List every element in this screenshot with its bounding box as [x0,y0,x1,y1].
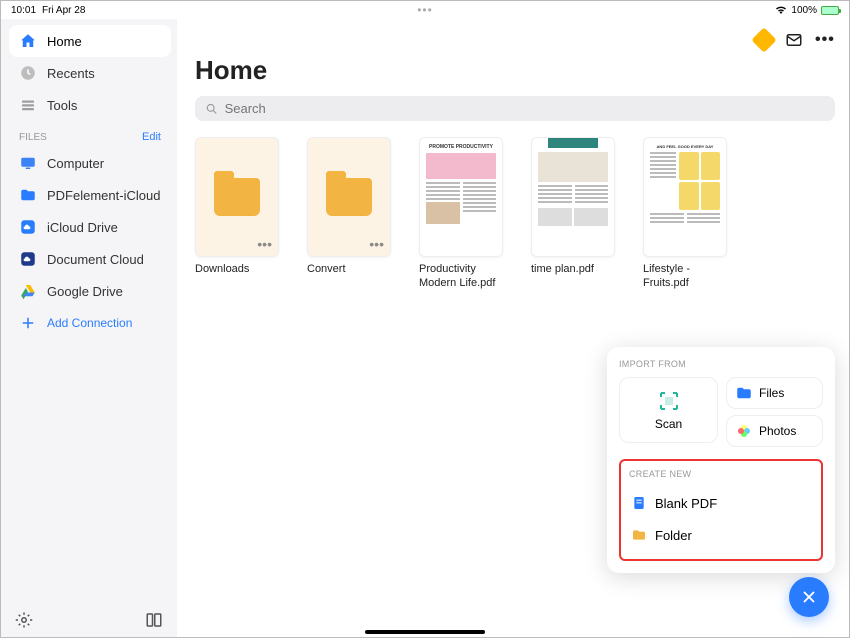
settings-icon[interactable] [15,611,33,629]
photos-button[interactable]: Photos [726,415,823,447]
import-from-label: IMPORT FROM [619,359,823,369]
icloud-icon [19,218,37,236]
sidebar-item-label: Add Connection [47,316,132,330]
tools-icon [19,96,37,114]
close-fab[interactable] [789,577,829,617]
more-icon[interactable]: ••• [815,31,833,49]
cloud-icon [19,250,37,268]
premium-icon[interactable] [751,27,776,52]
gdrive-icon [19,282,37,300]
folder-icon [631,527,647,543]
scan-button[interactable]: Scan [619,377,718,443]
item-label: Convert [307,263,391,277]
sidebar-item-label: Home [47,34,82,49]
grid-item-convert[interactable]: ••• Convert [307,137,391,291]
computer-icon [19,154,37,172]
search-bar[interactable] [195,96,835,121]
create-new-section: CREATE NEW Blank PDF Folder [619,459,823,561]
sidebar-item-google-drive[interactable]: Google Drive [9,275,171,307]
files-button[interactable]: Files [726,377,823,409]
item-label: Downloads [195,263,279,277]
camera-dots-icon: ••• [417,3,433,17]
item-label: Productivity Modern Life.pdf [419,263,503,291]
edit-button[interactable]: Edit [142,131,161,143]
sidebar-item-icloud-drive[interactable]: iCloud Drive [9,211,171,243]
files-section-header: FILES Edit [9,121,171,147]
sidebar-item-computer[interactable]: Computer [9,147,171,179]
item-label: Lifestyle - Fruits.pdf [643,263,727,291]
action-popup: IMPORT FROM Scan Files Photos [607,347,835,573]
main-content: ••• Home ••• Downloads ••• Convert PROMO… [177,19,849,637]
item-more-icon[interactable]: ••• [369,236,384,252]
layout-icon[interactable] [145,611,163,629]
folder-icon [19,186,37,204]
wifi-icon [775,6,787,14]
sidebar-item-label: Computer [47,156,104,171]
sidebar-item-label: PDFelement-iCloud [47,188,160,203]
folder-icon [326,178,372,216]
mail-icon[interactable] [785,31,803,49]
folder-icon [214,178,260,216]
home-icon [19,32,37,50]
sidebar: Home Recents Tools FILES Edit Computer P… [1,19,177,637]
item-more-icon[interactable]: ••• [257,236,272,252]
status-time: 10:01 [11,5,36,16]
sidebar-item-document-cloud[interactable]: Document Cloud [9,243,171,275]
home-indicator [365,630,485,634]
status-date: Fri Apr 28 [42,5,85,16]
sidebar-item-home[interactable]: Home [9,25,171,57]
item-label: time plan.pdf [531,263,615,277]
sidebar-item-label: iCloud Drive [47,220,118,235]
search-icon [205,102,219,116]
battery-icon [821,6,839,15]
sidebar-item-label: Tools [47,98,77,113]
close-icon [800,588,818,606]
grid-item-downloads[interactable]: ••• Downloads [195,137,279,291]
blank-pdf-button[interactable]: Blank PDF [629,487,813,519]
grid-item-lifestyle[interactable]: AND FEEL GOOD EVERY DAY Lifestyle - Frui… [643,137,727,291]
grid-item-time-plan[interactable]: time plan.pdf [531,137,615,291]
scan-icon [657,389,681,413]
page-title: Home [195,55,835,86]
blank-pdf-icon [631,495,647,511]
sidebar-item-label: Document Cloud [47,252,144,267]
battery-percent: 100% [791,5,817,16]
search-input[interactable] [225,101,825,116]
folder-button[interactable]: Folder [629,519,813,551]
grid-item-productivity[interactable]: PROMOTE PRODUCTIVITY Productivity Modern… [419,137,503,291]
create-new-label: CREATE NEW [629,469,813,479]
sidebar-item-label: Recents [47,66,95,81]
sidebar-item-tools[interactable]: Tools [9,89,171,121]
sidebar-item-pdfelement-icloud[interactable]: PDFelement-iCloud [9,179,171,211]
photos-icon [735,422,753,440]
plus-icon [19,314,37,332]
folder-icon [735,384,753,402]
clock-icon [19,64,37,82]
sidebar-item-recents[interactable]: Recents [9,57,171,89]
status-bar: 10:01 Fri Apr 28 ••• 100% [1,1,849,19]
sidebar-item-label: Google Drive [47,284,123,299]
add-connection-button[interactable]: Add Connection [9,307,171,339]
